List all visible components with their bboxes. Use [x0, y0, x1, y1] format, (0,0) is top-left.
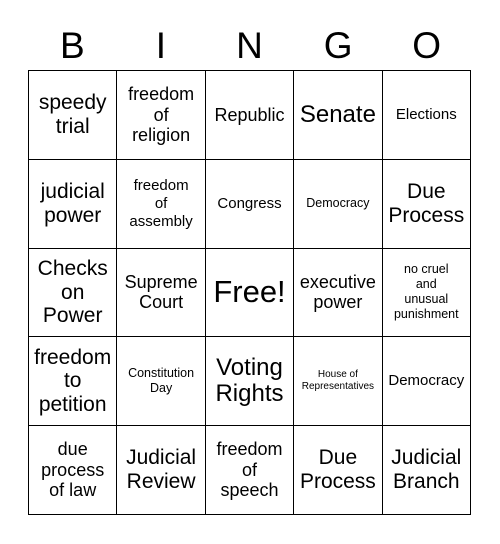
bingo-cell-label: Senate — [299, 100, 376, 128]
bingo-cell-label: due process of law — [41, 439, 105, 501]
bingo-cell-r2c5[interactable]: Due Process — [382, 159, 471, 249]
bingo-cell-label: freedom of religion — [128, 83, 195, 146]
bingo-cell-r5c2[interactable]: Judicial Review — [117, 426, 206, 515]
bingo-cell-r3c2[interactable]: Supreme Court — [117, 248, 206, 338]
bingo-header-letter-b: B — [59, 24, 85, 66]
bingo-cell-r5c5[interactable]: Judicial Branch — [382, 426, 471, 515]
bingo-cell-label: Democracy — [388, 372, 465, 390]
bingo-cell-label: freedom to petition — [34, 345, 112, 417]
bingo-cell-r2c2[interactable]: freedom of assembly — [117, 159, 206, 249]
bingo-cell-r1c3[interactable]: Republic — [205, 71, 295, 160]
bingo-header-letter-i: I — [155, 24, 167, 66]
bingo-cell-label: Judicial Branch — [391, 446, 462, 494]
bingo-cell-label: Constitution Day — [128, 366, 195, 396]
bingo-header-letter-g: G — [323, 24, 353, 66]
bingo-cell-r2c1[interactable]: judicial power — [29, 159, 118, 249]
bingo-cell-label: Democracy — [306, 196, 370, 211]
bingo-cell-label: freedom of speech — [216, 439, 283, 501]
bingo-header-row: B I N G O — [28, 20, 471, 70]
bingo-cell-label: Congress — [217, 194, 282, 212]
bingo-cell-r1c1[interactable]: speedy trial — [29, 71, 118, 160]
bingo-cell-r5c4[interactable]: Due Process — [294, 426, 383, 515]
bingo-cell-r4c5[interactable]: Democracy — [382, 337, 471, 427]
bingo-cell-r1c5[interactable]: Elections — [382, 71, 471, 160]
bingo-cell-label: Due Process — [388, 179, 465, 227]
bingo-card: B I N G O speedy trial freedom of religio… — [0, 0, 500, 544]
bingo-cell-label: speedy trial — [38, 91, 107, 138]
bingo-header-letter-n: N — [236, 24, 263, 66]
bingo-header-letter-o: O — [412, 24, 442, 66]
bingo-cell-r3c3[interactable]: Free! — [205, 248, 295, 338]
bingo-cell-label: Supreme Court — [124, 271, 198, 313]
bingo-cell-label: Checks on Power — [37, 256, 108, 328]
bingo-cell-r2c3[interactable]: Congress — [205, 159, 295, 249]
bingo-cell-r4c3[interactable]: Voting Rights — [205, 337, 295, 427]
bingo-grid: speedy trial freedom of religion Republic S… — [28, 70, 471, 515]
bingo-cell-r3c4[interactable]: executive power — [294, 248, 383, 338]
bingo-cell-label: freedom of assembly — [129, 177, 193, 230]
bingo-cell-label: House of Representatives — [301, 369, 375, 393]
bingo-cell-label: executive power — [299, 271, 376, 313]
bingo-cell-label: judicial power — [40, 179, 105, 227]
bingo-cell-label: Free! — [213, 274, 286, 310]
bingo-cell-label: no cruel and unusual punishment — [393, 262, 459, 322]
bingo-cell-label: Voting Rights — [215, 353, 284, 408]
bingo-cell-r3c5[interactable]: no cruel and unusual punishment — [382, 248, 471, 338]
bingo-cell-label: Republic — [214, 104, 285, 125]
bingo-cell-label: Elections — [395, 106, 457, 124]
bingo-cell-r4c1[interactable]: freedom to petition — [29, 337, 118, 427]
bingo-cell-r1c2[interactable]: freedom of religion — [117, 71, 206, 160]
bingo-cell-r4c2[interactable]: Constitution Day — [117, 337, 206, 427]
bingo-cell-r5c1[interactable]: due process of law — [29, 426, 118, 515]
bingo-cell-label: Due Process — [299, 446, 376, 494]
bingo-cell-r3c1[interactable]: Checks on Power — [29, 248, 118, 338]
bingo-cell-r2c4[interactable]: Democracy — [294, 159, 383, 249]
bingo-cell-r4c4[interactable]: House of Representatives — [294, 337, 383, 427]
bingo-cell-label: Judicial Review — [126, 446, 197, 494]
bingo-cell-r1c4[interactable]: Senate — [294, 71, 383, 160]
bingo-cell-r5c3[interactable]: freedom of speech — [205, 426, 295, 515]
